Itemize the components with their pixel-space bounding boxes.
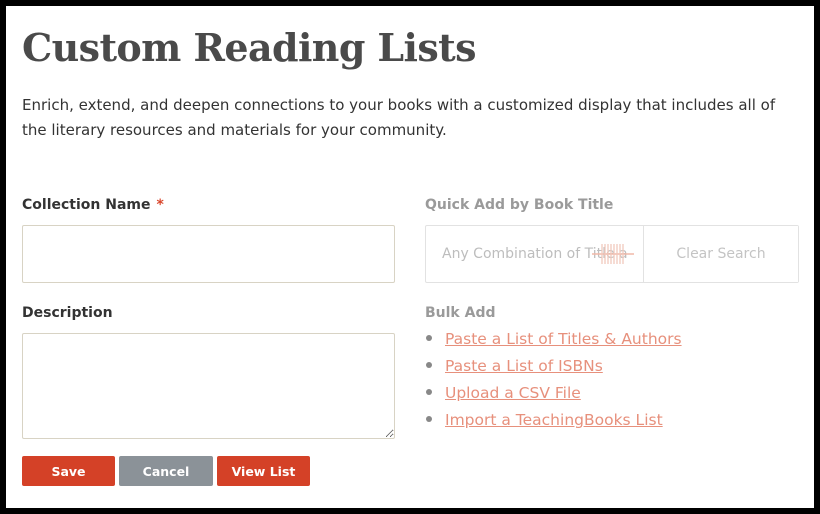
cancel-button[interactable]: Cancel <box>119 456 213 486</box>
bullet-icon <box>426 335 432 341</box>
quick-add-search: Clear Search <box>425 225 799 283</box>
list-item: Upload a CSV File <box>425 380 682 407</box>
paste-isbns-link[interactable]: Paste a List of ISBNs <box>445 357 603 375</box>
bulk-add-label: Bulk Add <box>425 305 496 321</box>
bullet-icon <box>426 362 432 368</box>
description-textarea[interactable] <box>22 333 395 439</box>
main-panel: Custom Reading Lists Enrich, extend, and… <box>6 6 814 508</box>
quick-add-label: Quick Add by Book Title <box>425 197 614 213</box>
save-button[interactable]: Save <box>22 456 115 486</box>
upload-csv-link[interactable]: Upload a CSV File <box>445 384 581 402</box>
intro-text: Enrich, extend, and deepen connections t… <box>22 96 776 139</box>
barcode-icon[interactable] <box>592 241 634 267</box>
collection-name-label: Collection Name * <box>22 197 164 213</box>
bullet-icon <box>426 416 432 422</box>
required-marker: * <box>156 197 164 213</box>
description-label: Description <box>22 305 113 321</box>
collection-name-label-text: Collection Name <box>22 197 151 213</box>
import-teachingbooks-link[interactable]: Import a TeachingBooks List <box>445 411 663 429</box>
page-title: Custom Reading Lists <box>22 25 477 70</box>
list-item: Paste a List of Titles & Authors <box>425 326 682 353</box>
paste-titles-authors-link[interactable]: Paste a List of Titles & Authors <box>445 330 682 348</box>
view-list-button[interactable]: View List <box>217 456 310 486</box>
bulk-add-list: Paste a List of Titles & Authors Paste a… <box>425 326 682 434</box>
clear-search-button[interactable]: Clear Search <box>643 226 798 282</box>
collection-name-input[interactable] <box>22 225 395 283</box>
list-item: Paste a List of ISBNs <box>425 353 682 380</box>
bullet-icon <box>426 389 432 395</box>
list-item: Import a TeachingBooks List <box>425 407 682 434</box>
